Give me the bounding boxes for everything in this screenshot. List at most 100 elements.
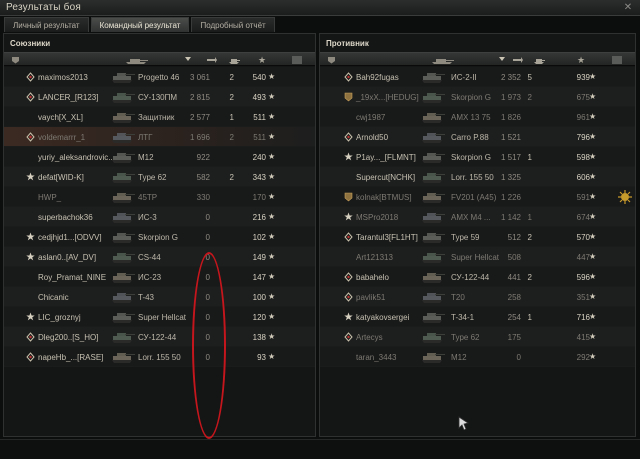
enemies-panel: Противник ★ Bah92fugas ИС-2-II 2 352 5 939 ★ _… — [319, 33, 636, 437]
damage-column-icon[interactable] — [512, 56, 524, 64]
xp-value: 939 — [576, 73, 590, 82]
xp-value: 93 — [257, 353, 266, 362]
player-name[interactable]: LIC_groznyj — [38, 313, 81, 322]
player-name[interactable]: taran_3443 — [356, 353, 396, 362]
player-name[interactable]: Art121313 — [356, 253, 393, 262]
player-name[interactable]: Supercut[NCHK] — [356, 173, 415, 182]
ally-player-row[interactable]: Chicanic T-43 0 100 ★ — [4, 287, 315, 307]
ally-player-row[interactable]: defat[WID-K] Type 62 582 2 343 ★ — [4, 167, 315, 187]
ally-player-row[interactable]: maximos2013 Progetto 46 3 061 2 540 ★ — [4, 67, 315, 87]
enemy-player-row[interactable]: Artecys Type 62 175 415 ★ — [320, 327, 635, 347]
player-name[interactable]: Roy_Pramat_NINE — [38, 273, 106, 282]
player-name[interactable]: Arnold50 — [356, 133, 388, 142]
player-name[interactable]: P1ay..._[FLMNT] — [356, 153, 416, 162]
ally-player-row[interactable]: Roy_Pramat_NINE ИС-23 0 147 ★ — [4, 267, 315, 287]
frags-value: 1 — [229, 113, 234, 122]
ally-player-row[interactable]: voldemarrr_1 ЛТГ 1 696 2 511 ★ — [4, 127, 315, 147]
xp-value: 415 — [576, 333, 590, 342]
xp-star-icon: ★ — [268, 332, 276, 341]
enemy-player-row[interactable]: pavlik51 T20 258 351 ★ — [320, 287, 635, 307]
player-name[interactable]: kolnak[BTMUS] — [356, 193, 412, 202]
tab-team-result[interactable]: Командный результат — [90, 17, 190, 32]
player-name[interactable]: _19xX...[HEDUG] — [356, 93, 419, 102]
damage-column-icon[interactable] — [206, 56, 218, 64]
enemy-player-row[interactable]: Art121313 Super Hellcat 508 447 ★ — [320, 247, 635, 267]
ally-player-row[interactable]: HWP_ 45TP 330 170 ★ — [4, 187, 315, 207]
enemy-player-row[interactable]: Tarantul3[FL1HT] Type 59 512 2 570 ★ — [320, 227, 635, 247]
xp-value: 961 — [576, 113, 590, 122]
frags-column-icon[interactable] — [533, 56, 545, 64]
ally-player-row[interactable]: napeHb_...[RASE] Lorr. 155 50 0 93 ★ — [4, 347, 315, 367]
player-name[interactable]: pavlik51 — [356, 293, 385, 302]
enemy-player-row[interactable]: kolnak[BTMUS] FV201 (A45) 1 226 591 ★ — [320, 187, 635, 207]
xp-value: 102 — [252, 233, 266, 242]
player-name[interactable]: Chicanic — [38, 293, 69, 302]
sort-arrow-icon[interactable] — [184, 54, 192, 64]
medals-column-icon[interactable] — [612, 56, 622, 64]
enemy-player-row[interactable]: _19xX...[HEDUG] Skorpion G 1 973 2 675 ★ — [320, 87, 635, 107]
clan-shield-icon — [344, 92, 353, 102]
player-name[interactable]: Dleg200..[S_HO] — [38, 333, 98, 342]
xp-column-icon[interactable]: ★ — [577, 56, 585, 65]
ally-player-row[interactable]: aslan0..[AV_DV] CS-44 0 149 ★ — [4, 247, 315, 267]
player-name[interactable]: voldemarrr_1 — [38, 133, 85, 142]
enemy-player-row[interactable]: Bah92fugas ИС-2-II 2 352 5 939 ★ — [320, 67, 635, 87]
player-name[interactable]: Bah92fugas — [356, 73, 399, 82]
player-name[interactable]: katyakovsergei — [356, 313, 409, 322]
tank-icon — [422, 273, 445, 283]
tab-bar: Личный результат Командный результат Под… — [4, 17, 275, 32]
xp-column-icon[interactable]: ★ — [258, 56, 266, 65]
tank-icon — [112, 153, 135, 163]
xp-value: 138 — [252, 333, 266, 342]
player-name[interactable]: Artecys — [356, 333, 383, 342]
player-name[interactable]: Tarantul3[FL1HT] — [356, 233, 418, 242]
player-name[interactable]: HWP_ — [38, 193, 61, 202]
tank-icon — [422, 353, 445, 363]
player-name[interactable]: napeHb_...[RASE] — [38, 353, 103, 362]
ally-player-row[interactable]: cedjhjd1...[ODVV] Skorpion G 0 102 ★ — [4, 227, 315, 247]
frags-column-icon[interactable] — [228, 56, 240, 64]
enemy-player-row[interactable]: cwj1987 AMX 13 75 1 826 961 ★ — [320, 107, 635, 127]
enemy-player-row[interactable]: MSPro2018 AMX M4 ... 1 142 1 674 ★ — [320, 207, 635, 227]
ally-player-row[interactable]: yuriy_aleksandrovic... M12 922 240 ★ — [4, 147, 315, 167]
ally-player-row[interactable]: LIC_groznyj Super Hellcat 0 120 ★ — [4, 307, 315, 327]
player-name[interactable]: defat[WID-K] — [38, 173, 84, 182]
ally-player-row[interactable]: LANCER_[R123] СУ-130ПМ 2 815 2 493 ★ — [4, 87, 315, 107]
allies-title: Союзники — [10, 39, 51, 48]
player-name[interactable]: babahelo — [356, 273, 389, 282]
ally-player-row[interactable]: superbachok36 ИС-3 0 216 ★ — [4, 207, 315, 227]
player-name[interactable]: maximos2013 — [38, 73, 88, 82]
ally-player-row[interactable]: vaych[X_XL] Защитник 2 577 1 511 ★ — [4, 107, 315, 127]
window-titlebar: Результаты боя ✕ — [0, 0, 640, 16]
platoon-icon[interactable] — [327, 56, 336, 64]
player-name[interactable]: aslan0..[AV_DV] — [38, 253, 96, 262]
allies-list: maximos2013 Progetto 46 3 061 2 540 ★ LANCER_[… — [4, 67, 315, 367]
ally-player-row[interactable]: Dleg200..[S_HO] СУ-122-44 0 138 ★ — [4, 327, 315, 347]
medals-column-icon[interactable] — [292, 56, 302, 64]
tab-personal-result[interactable]: Личный результат — [4, 17, 89, 32]
tank-icon — [422, 113, 445, 123]
player-name[interactable]: cwj1987 — [356, 113, 385, 122]
enemy-player-row[interactable]: P1ay..._[FLMNT] Skorpion G 1 517 1 598 ★ — [320, 147, 635, 167]
tab-detailed-report[interactable]: Подробный отчёт — [191, 17, 275, 32]
player-name[interactable]: LANCER_[R123] — [38, 93, 98, 102]
medal-icon[interactable] — [618, 190, 632, 204]
enemy-player-row[interactable]: babahelo СУ-122-44 441 2 596 ★ — [320, 267, 635, 287]
enemy-player-row[interactable]: Arnold50 Carro P.88 1 521 796 ★ — [320, 127, 635, 147]
enemy-player-row[interactable]: taran_3443 M12 0 292 ★ — [320, 347, 635, 367]
sort-arrow-icon[interactable] — [498, 54, 506, 64]
platoon-icon[interactable] — [11, 56, 20, 64]
enemy-player-row[interactable]: katyakovsergei T-34-1 254 1 716 ★ — [320, 307, 635, 327]
xp-value: 149 — [252, 253, 266, 262]
xp-value: 292 — [576, 353, 590, 362]
tank-name: Super Hellcat — [138, 313, 187, 322]
player-name[interactable]: yuriy_aleksandrovic... — [38, 153, 115, 162]
player-name[interactable]: superbachok36 — [38, 213, 93, 222]
tank-sort-icon[interactable] — [430, 56, 456, 64]
player-name[interactable]: vaych[X_XL] — [38, 113, 83, 122]
tank-sort-icon[interactable] — [124, 56, 150, 64]
enemy-player-row[interactable]: Supercut[NCHK] Lorr. 155 50 1 325 606 ★ — [320, 167, 635, 187]
player-name[interactable]: MSPro2018 — [356, 213, 398, 222]
player-name[interactable]: cedjhjd1...[ODVV] — [38, 233, 102, 242]
close-icon[interactable]: ✕ — [622, 2, 634, 13]
